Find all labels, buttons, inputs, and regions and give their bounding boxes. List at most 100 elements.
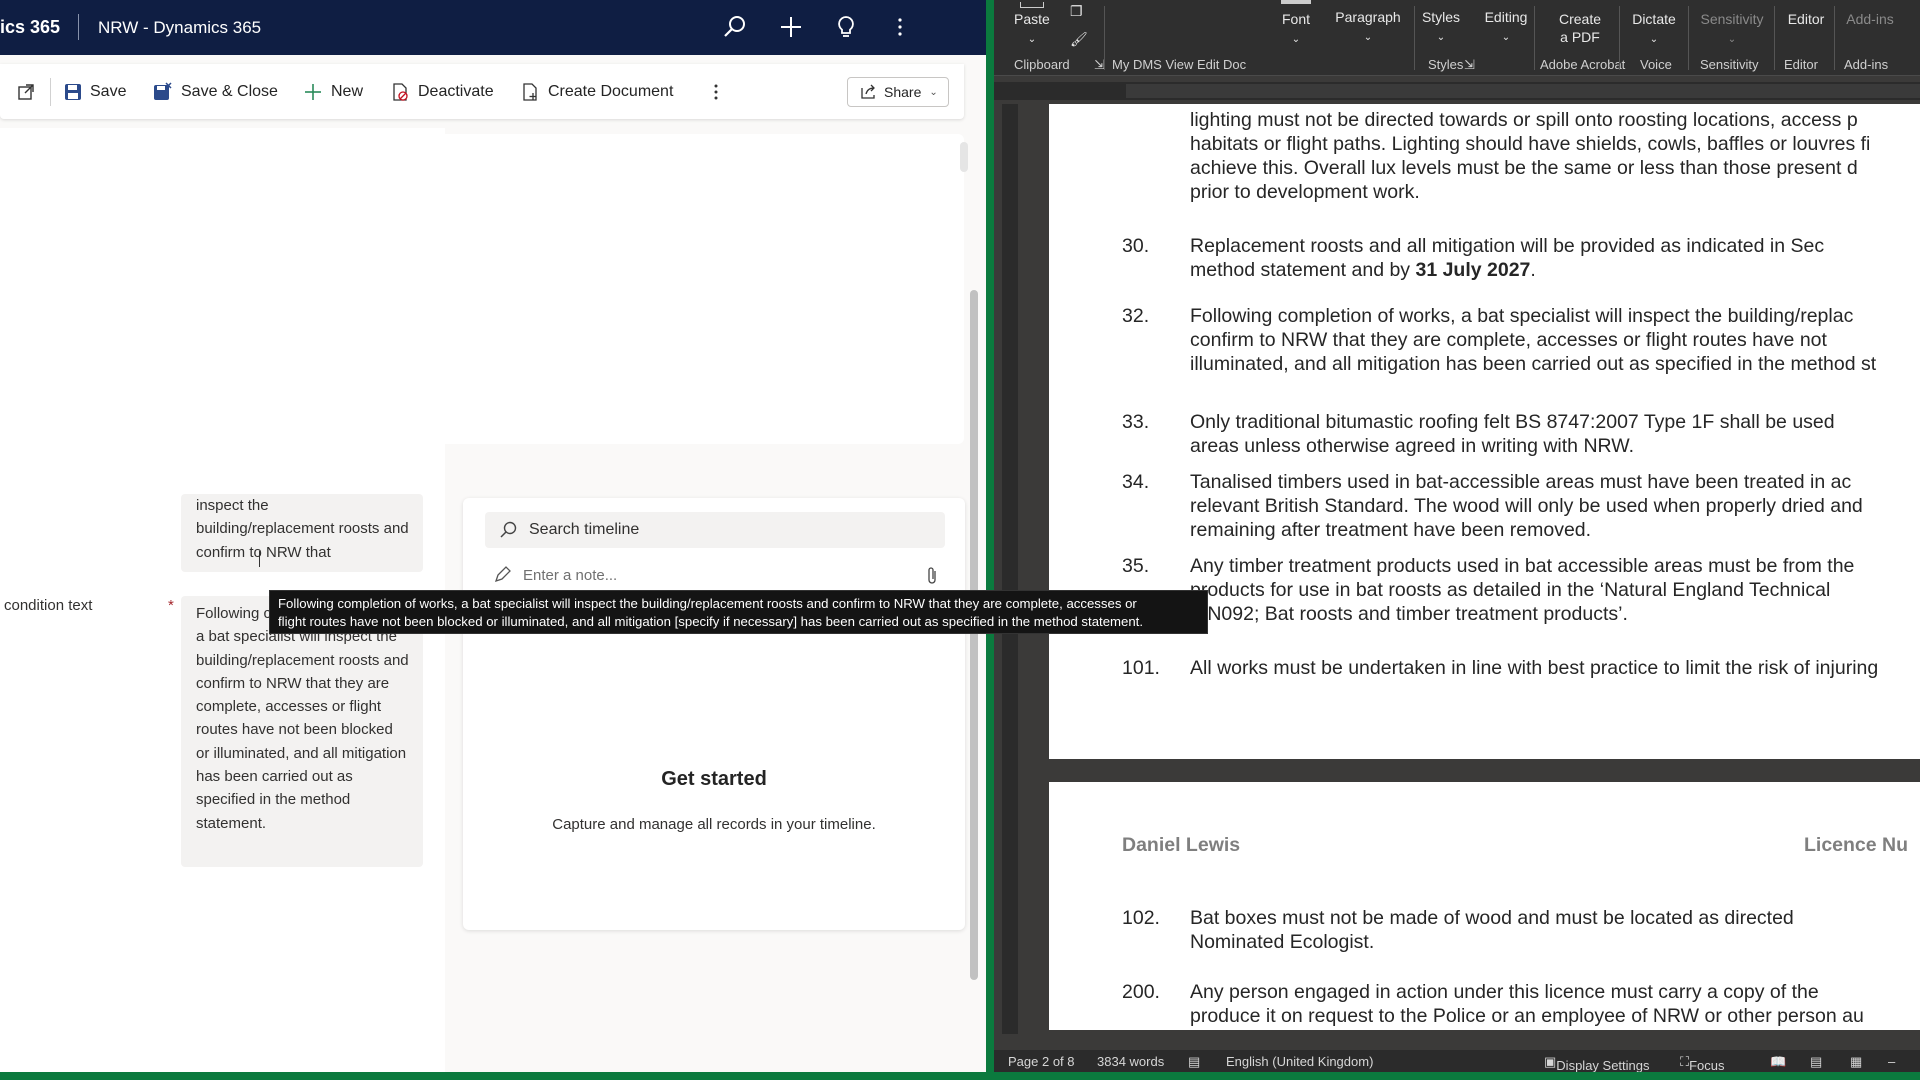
deactivate-icon [393,83,408,101]
editing-button[interactable]: Editing ⌄ [1478,8,1534,47]
word-count[interactable]: 3834 words [1097,1054,1164,1069]
upper-scrollbar[interactable] [960,142,968,172]
paragraph-number: 102. [1122,907,1160,929]
save-close-icon [154,82,172,100]
dynamics-window: ics 365 NRW - Dynamics 365 Save Save & C… [0,0,986,1072]
styles-launcher-icon[interactable]: ⇲ [1464,57,1475,73]
open-new-window-icon[interactable] [16,81,44,103]
paragraph-group-button[interactable]: Paragraph ⌄ [1328,8,1408,47]
paragraph-line: Bat boxes must not be made of wood and m… [1190,907,1794,929]
share-button[interactable]: Share ⌄ [847,77,949,107]
copy-icon[interactable]: ❐ [1070,2,1083,20]
addins-label: Add-ins [1846,11,1894,27]
addins-button[interactable]: Add-ins [1840,10,1900,28]
page-count[interactable]: Page 2 of 8 [1008,1054,1075,1069]
paragraph-line: lighting must not be directed towards or… [1190,109,1858,131]
new-button[interactable]: New [303,81,363,103]
editor-group-label: Editor [1784,57,1818,72]
ribbon-separator [1534,6,1535,70]
paragraph-number: 200. [1122,981,1160,1003]
word-ribbon: Paste ⌄ ❐ 🖌 Font ⌄ Paragraph ⌄ Styles ⌄ Edit… [994,0,1920,76]
page-scrollbar[interactable] [970,290,978,980]
sensitivity-button[interactable]: Sensitivity ⌄ [1694,10,1770,49]
paragraph-line: achieve this. Overall lux levels must be… [1190,157,1858,179]
new-label: New [331,83,364,100]
paragraph-line: method statement and by 31 July 2027. [1190,259,1536,281]
read-mode-icon[interactable]: 📖 [1770,1054,1786,1070]
paragraph-line: by NRW. [1190,1028,1920,1030]
display-settings-button[interactable]: ▣ Display Settings [1544,1054,1650,1072]
paragraph-line: Tanalised timbers used in bat-accessible… [1190,471,1852,493]
create-pdf-button[interactable]: Create a PDF [1550,10,1610,46]
vertical-ruler[interactable] [1002,104,1018,1034]
paragraph-number: 101. [1122,657,1160,679]
save-close-button[interactable]: Save & Close [153,81,278,103]
paragraph-line: TIN092; Bat roosts and timber treatment … [1190,603,1628,625]
enter-note-placeholder: Enter a note... [523,566,618,584]
condition-text-value: Following completion of works, a bat spe… [196,605,409,832]
upper-form-section [0,134,964,444]
condition-text-tooltip: Following completion of works, a bat spe… [269,590,1208,634]
lightbulb-icon[interactable] [831,12,861,42]
timeline-empty-subtitle: Capture and manage all records in your t… [552,816,876,833]
font-group-button[interactable]: Font ⌄ [1274,0,1318,49]
ribbon-separator [1834,6,1835,70]
editor-button[interactable]: Editor [1784,10,1828,28]
paste-label: Paste [1014,11,1050,27]
deadline-date: 31 July 2027 [1415,259,1531,281]
editor-label: Editor [1787,11,1825,27]
language-indicator[interactable]: English (United Kingdom) [1226,1054,1373,1069]
app-title[interactable]: NRW - Dynamics 365 [98,18,261,38]
taskbar-edge [0,1072,1920,1080]
condition-text-field[interactable]: Following completion of works, a bat spe… [181,596,423,867]
dictate-label: Dictate [1632,11,1676,27]
document-page-2[interactable]: Daniel Lewis Licence Nu 102. Bat boxes mu… [1049,782,1920,1030]
paragraph-line: illuminated, and all mitigation has been… [1190,353,1877,375]
field-text-preview-value: inspect the building/replacement roosts … [196,497,409,561]
enter-note-input[interactable]: Enter a note... [493,566,617,584]
paragraph-line: Only traditional bitumastic roofing felt… [1190,411,1835,433]
plus-icon[interactable] [776,12,806,42]
search-icon[interactable] [720,12,750,42]
timeline-panel: Search timeline Enter a note... Get star… [463,498,965,930]
zoom-slider[interactable]: – [1888,1054,1895,1069]
focus-button[interactable]: ⛶ Focus [1680,1054,1725,1072]
attachment-icon[interactable] [925,566,939,591]
field-text-preview[interactable]: inspect the building/replacement roosts … [181,494,423,572]
font-label: Font [1281,11,1310,27]
create-document-icon [523,83,537,101]
sensitivity-group-label: Sensitivity [1700,57,1759,72]
tooltip-line-1: Following completion of works, a bat spe… [278,596,1137,611]
ribbon-separator [1414,6,1415,70]
paragraph-number: 34. [1122,471,1150,493]
ribbon-separator [1774,6,1775,70]
horizontal-ruler[interactable] [994,82,1920,100]
more-options-icon[interactable] [885,12,915,42]
paragraph-line: Any person engaged in action under this … [1190,981,1819,1003]
proofing-icon[interactable]: ▤ [1188,1054,1200,1070]
status-bar: Page 2 of 8 3834 words ▤ English (United… [994,1050,1920,1072]
ribbon-separator [1104,6,1105,70]
deactivate-button[interactable]: Deactivate [390,81,494,103]
styles-button[interactable]: Styles ⌄ [1416,8,1466,47]
paragraph-line: Following completion of works, a bat spe… [1190,305,1854,327]
save-button[interactable]: Save [64,81,126,103]
print-layout-icon[interactable]: ▤ [1810,1054,1822,1070]
web-layout-icon[interactable]: ▦ [1850,1054,1862,1070]
app-brand[interactable]: ics 365 [0,17,60,38]
more-commands-icon[interactable] [710,81,730,103]
window-divider[interactable] [986,0,994,1080]
condition-text-label: condition text [4,597,93,614]
paste-button[interactable]: Paste ⌄ [1014,2,1050,49]
create-document-button[interactable]: Create Document [520,81,673,103]
dictate-button[interactable]: Dictate ⌄ [1626,10,1682,49]
search-icon [500,521,517,538]
chevron-down-icon: ⌄ [929,86,938,98]
word-window: Paste ⌄ ❐ 🖌 Font ⌄ Paragraph ⌄ Styles ⌄ Edit… [994,0,1920,1072]
search-timeline-input[interactable]: Search timeline [485,512,945,548]
ruler-page-area [1126,84,1920,98]
focus-label: Focus [1689,1058,1725,1072]
format-painter-icon[interactable]: 🖌 [1070,30,1088,48]
page-header-licence: Licence Nu [1804,834,1909,856]
document-page-1[interactable]: lighting must not be directed towards or… [1049,104,1920,759]
